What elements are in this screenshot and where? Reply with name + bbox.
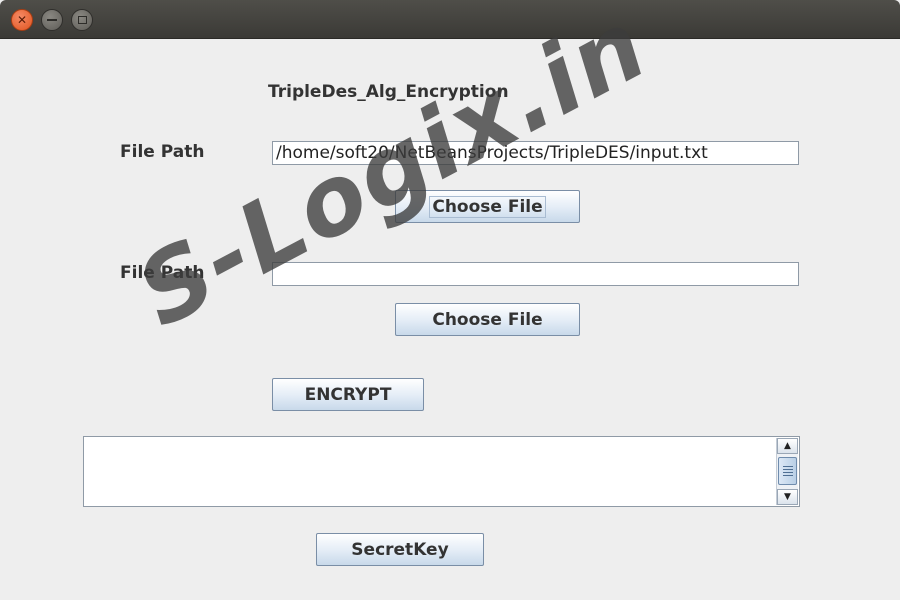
scroll-down-icon[interactable]: ▼	[777, 489, 798, 505]
secret-key-button[interactable]: SecretKey	[316, 533, 484, 566]
choose-file-button-1[interactable]: Choose File	[395, 190, 580, 223]
page-title: TripleDes_Alg_Encryption	[268, 82, 509, 102]
close-icon[interactable]: ✕	[11, 9, 33, 31]
scroll-thumb[interactable]	[778, 457, 797, 485]
secret-key-button-label: SecretKey	[351, 539, 449, 560]
output-scroll-pane: ▲ ▼	[83, 436, 800, 507]
choose-file-button-2[interactable]: Choose File	[395, 303, 580, 336]
file-path-label-1: File Path	[120, 142, 205, 162]
title-bar[interactable]: ✕	[0, 0, 900, 39]
file-path-input-1[interactable]	[272, 141, 799, 165]
file-path-label-2: File Path	[120, 263, 205, 283]
watermark: S-Logix.in	[120, 0, 665, 349]
choose-file-button-2-label: Choose File	[432, 309, 543, 330]
encrypt-button[interactable]: ENCRYPT	[272, 378, 424, 411]
output-textarea[interactable]	[84, 437, 774, 506]
file-path-input-2[interactable]	[272, 262, 799, 286]
maximize-icon[interactable]	[71, 9, 93, 31]
choose-file-button-1-label: Choose File	[429, 195, 546, 218]
app-window: ✕ TripleDes_Alg_Encryption File Path Cho…	[0, 0, 900, 600]
scroll-up-icon[interactable]: ▲	[777, 438, 798, 454]
encrypt-button-label: ENCRYPT	[304, 384, 392, 405]
vertical-scrollbar[interactable]: ▲ ▼	[776, 438, 798, 505]
minimize-icon[interactable]	[41, 9, 63, 31]
